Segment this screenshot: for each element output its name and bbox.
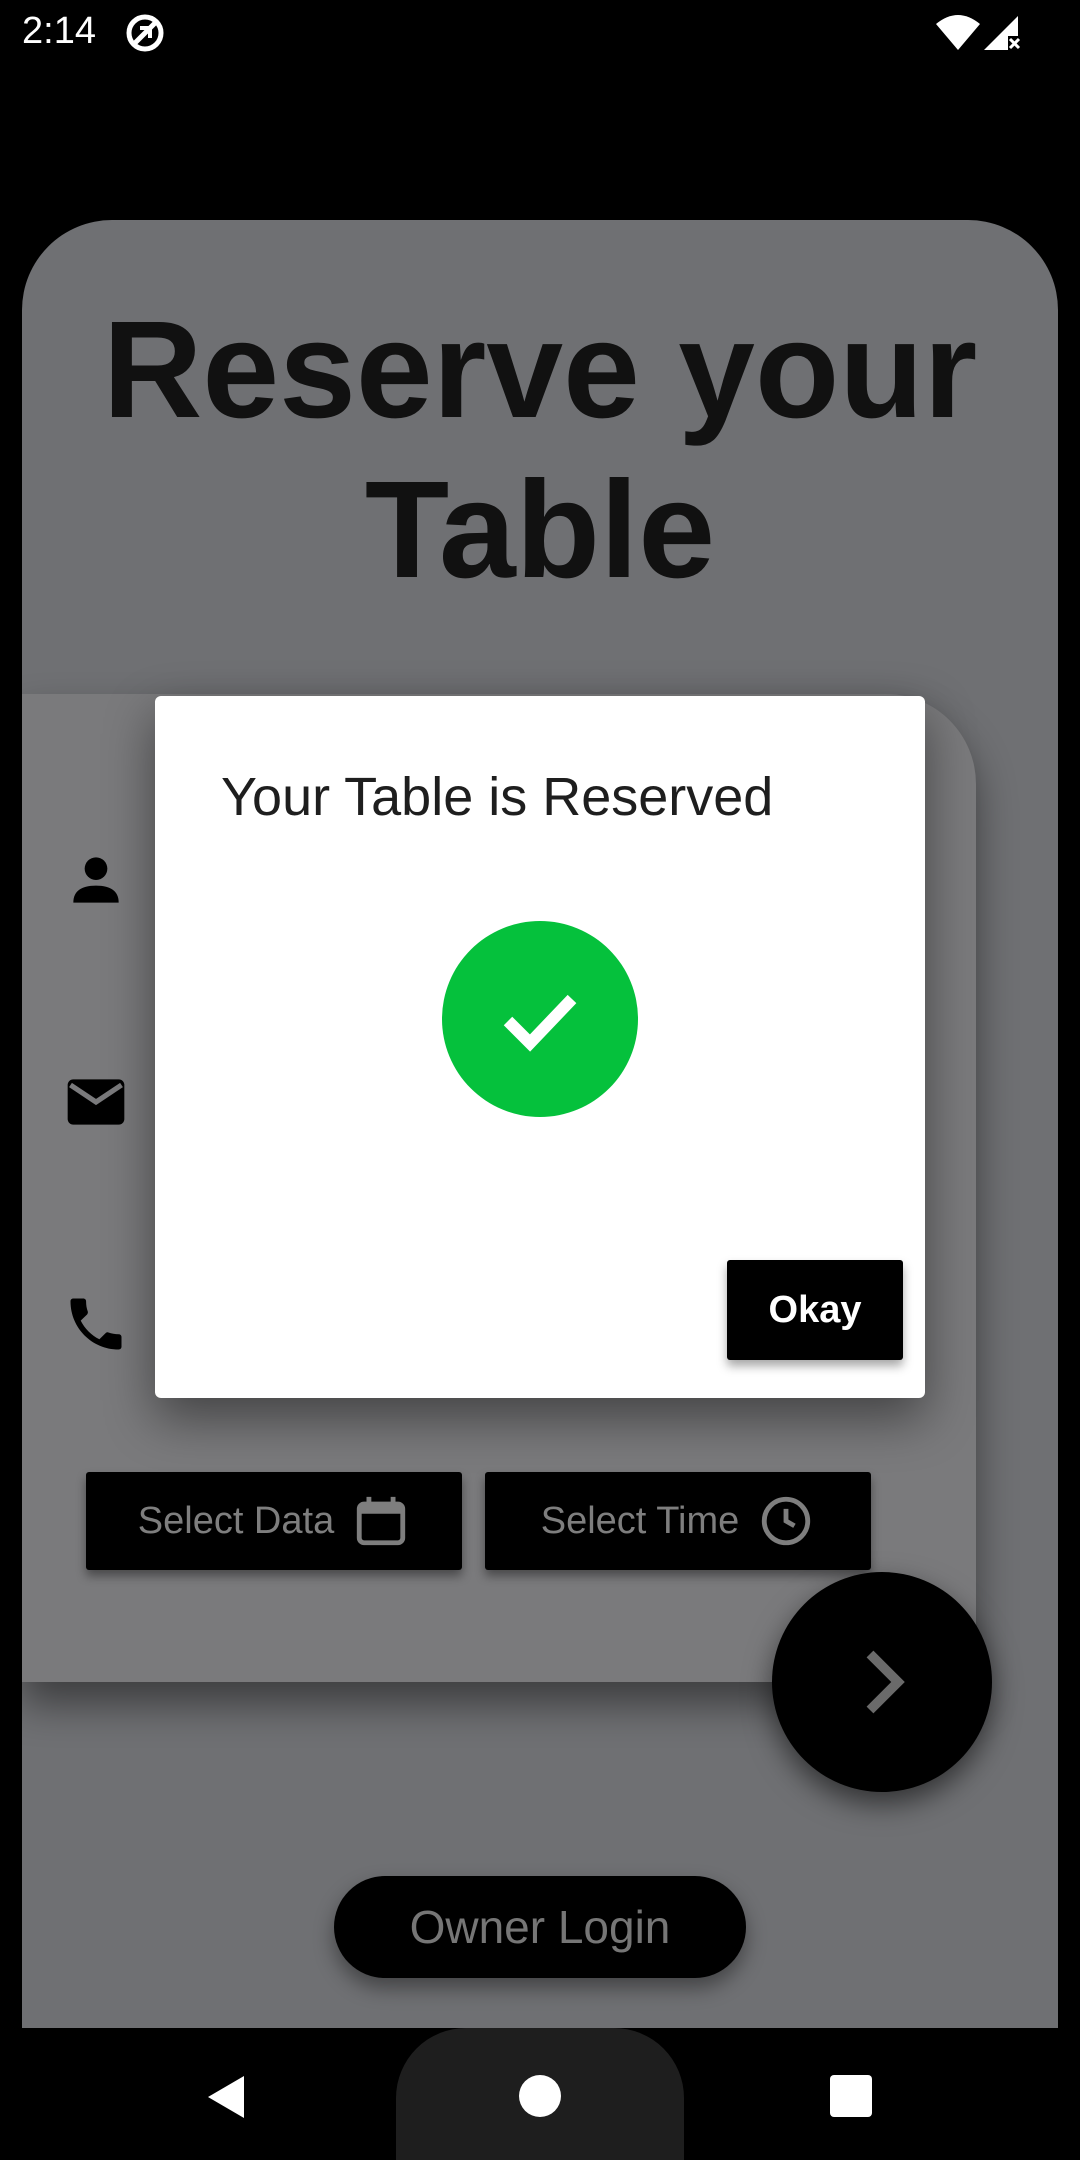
- select-date-button[interactable]: Select Data: [86, 1472, 462, 1570]
- signal-icon: [984, 16, 1021, 50]
- dialog-title: Your Table is Reserved: [221, 767, 774, 827]
- reservation-confirmed-dialog: Your Table is Reserved Okay: [155, 696, 925, 1398]
- select-time-label: Select Time: [540, 1499, 740, 1542]
- status-bar: 2:14: [0, 0, 1080, 66]
- phone-icon: [70, 1298, 122, 1350]
- recents-icon[interactable]: [830, 2075, 872, 2117]
- mail-icon: [67, 1079, 125, 1125]
- select-time-button[interactable]: Select Time: [485, 1472, 871, 1570]
- navigation-bar: [0, 2028, 1080, 2160]
- owner-login-button[interactable]: Owner Login: [334, 1876, 746, 1978]
- clock-icon: [762, 1496, 811, 1546]
- status-time: 2:14: [22, 10, 96, 52]
- wifi-icon: [936, 15, 980, 50]
- success-indicator: [442, 921, 638, 1117]
- person-icon: [73, 857, 119, 903]
- select-date-label: Select Data: [137, 1499, 335, 1542]
- app-notification-icon: [126, 14, 164, 52]
- calendar-icon: [357, 1496, 406, 1546]
- next-button[interactable]: [772, 1572, 992, 1792]
- back-icon[interactable]: [200, 2072, 250, 2122]
- checkmark-icon: [503, 994, 577, 1052]
- chevron-right-icon: [866, 1650, 905, 1714]
- page-title: Reserve your Table: [102, 293, 978, 607]
- home-icon[interactable]: [519, 2075, 561, 2117]
- okay-button[interactable]: Okay: [727, 1260, 903, 1360]
